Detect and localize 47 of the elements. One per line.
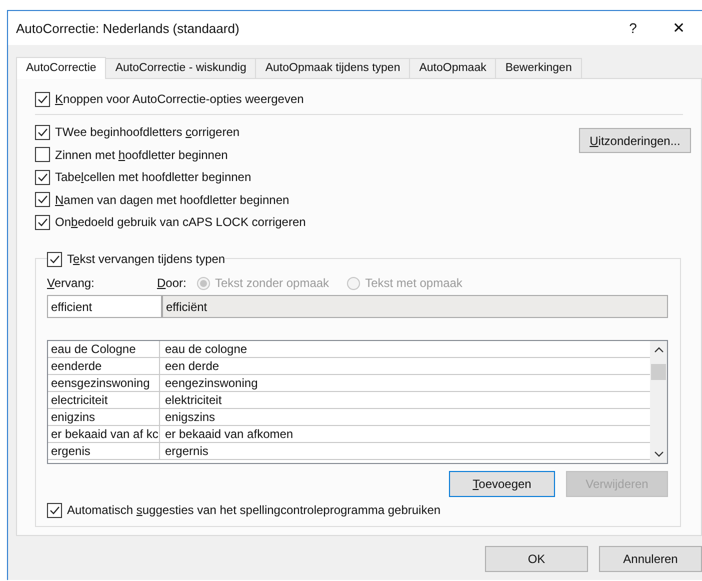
table-cell: ergenis bbox=[48, 443, 160, 460]
table-cell-text: er bekaaid van afkomen bbox=[164, 426, 294, 442]
with-label: Door: bbox=[157, 276, 188, 290]
table-cell-text: ergernis bbox=[164, 443, 208, 460]
checkbox-option[interactable]: Onbedoeld gebruik van cAPS LOCK corrigeren bbox=[35, 212, 306, 232]
checkbox[interactable] bbox=[47, 252, 62, 267]
checkbox-option[interactable]: Tabelcellen met hoofdletter beginnen bbox=[35, 167, 306, 188]
checkbox[interactable] bbox=[47, 502, 62, 518]
cancel-button[interactable]: Annuleren bbox=[599, 546, 702, 572]
table-cell-text: eengezinswoning bbox=[164, 375, 258, 392]
with-field[interactable]: efficiënt bbox=[162, 295, 668, 318]
tab[interactable]: AutoCorrectie bbox=[16, 57, 106, 79]
replace-field[interactable]: efficient bbox=[47, 295, 162, 318]
tab[interactable]: Bewerkingen bbox=[495, 58, 582, 78]
window-title: AutoCorrectie: Nederlands (standaard) bbox=[16, 20, 240, 36]
checkbox[interactable] bbox=[35, 214, 50, 230]
checkbox[interactable] bbox=[35, 124, 50, 140]
scrollbar-thumb[interactable] bbox=[651, 364, 666, 380]
scroll-up-icon[interactable] bbox=[654, 347, 664, 354]
exceptions-button[interactable]: Uitzonderingen... bbox=[579, 128, 691, 153]
checkbox[interactable] bbox=[35, 147, 50, 162]
table-cell-text: een derde bbox=[164, 358, 220, 374]
checkbox-option[interactable]: Tekst vervangen tijdens typen bbox=[47, 249, 226, 270]
add-button[interactable]: Toevoegen bbox=[449, 471, 555, 498]
table-cell-text: eau de cologne bbox=[164, 341, 248, 358]
table-cell: enigzins bbox=[48, 409, 160, 426]
table-cell-text: elektriciteit bbox=[164, 392, 222, 408]
checkbox[interactable] bbox=[35, 170, 50, 185]
scrollbar[interactable] bbox=[650, 341, 667, 464]
table-cell: eensgezinswoning bbox=[48, 375, 160, 392]
checkbox-option[interactable]: Automatisch suggesties van het spellingcontroleprogramma gebruiken bbox=[47, 500, 668, 520]
replace-label: Vervang: bbox=[47, 276, 96, 290]
close-button[interactable]: ✕ bbox=[656, 19, 702, 37]
scroll-down-icon[interactable] bbox=[654, 451, 664, 458]
checkbox[interactable] bbox=[35, 92, 50, 106]
ok-button[interactable]: OK bbox=[485, 546, 588, 572]
help-button[interactable]: ? bbox=[610, 20, 656, 36]
table-cell: er bekaaid van af kc bbox=[48, 426, 160, 442]
table-cell: electriciteit bbox=[48, 392, 160, 408]
checkbox[interactable] bbox=[35, 192, 50, 208]
checkbox-option[interactable]: Knoppen voor AutoCorrectie-opties weergeven bbox=[35, 89, 691, 109]
checkbox-option[interactable]: Namen van dagen met hoofdletter beginnen bbox=[35, 190, 306, 210]
table-cell: eau de Cologne bbox=[48, 341, 160, 358]
table-cell: eenderde bbox=[48, 358, 160, 374]
checkbox-option[interactable]: Zinnen met hoofdletter beginnen bbox=[35, 144, 306, 165]
table-cell-text: enigszins bbox=[164, 409, 216, 426]
checkbox-option[interactable]: TWee beginhoofdletters corrigeren bbox=[35, 122, 306, 142]
